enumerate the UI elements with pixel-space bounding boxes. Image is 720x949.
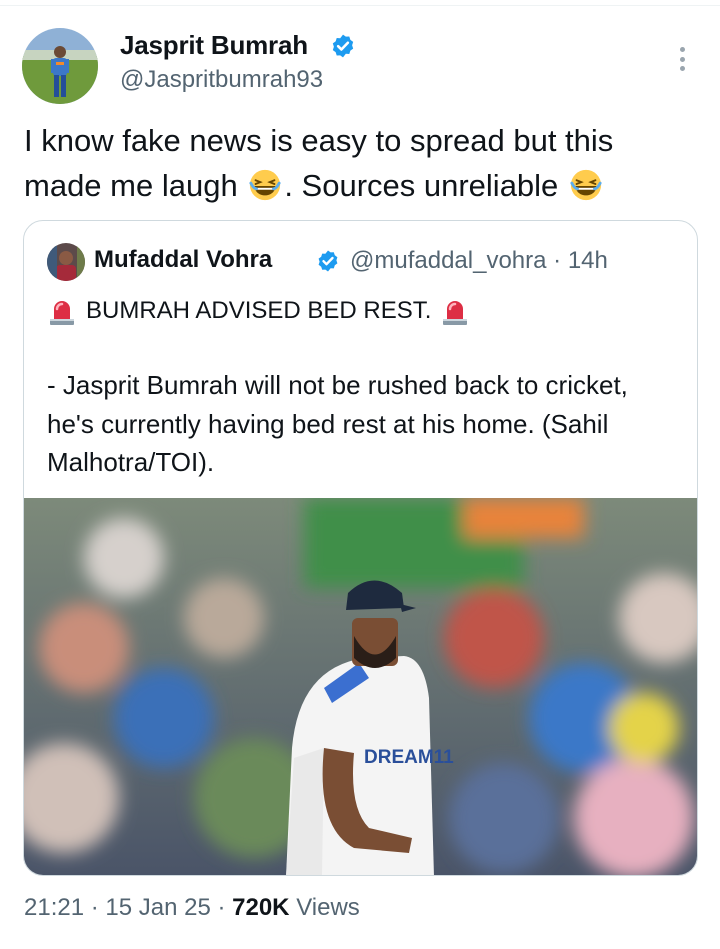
verified-badge-icon (332, 34, 354, 58)
author-name[interactable]: Jasprit Bumrah (120, 30, 308, 61)
author-avatar[interactable] (22, 28, 98, 104)
tweet-text: I know fake news is easy to spread but t… (24, 118, 704, 208)
top-divider (0, 0, 720, 6)
quoted-body-text: - Jasprit Bumrah will not be rushed back… (47, 370, 628, 477)
views-label: Views (296, 894, 360, 921)
more-options-icon[interactable] (668, 44, 696, 74)
author-handle[interactable]: @Jaspritbumrah93 (120, 66, 323, 94)
police-light-emoji-icon (50, 301, 74, 325)
quoted-timestamp: 14h (567, 247, 608, 274)
laughing-emoji-icon (249, 169, 281, 201)
verified-badge-icon (318, 250, 338, 272)
tweet-meta: 21:21 · 15 Jan 25 · 720K Views (24, 894, 360, 921)
quoted-headline-text: BUMRAH ADVISED BED REST. (86, 297, 432, 324)
laughing-emoji-icon (570, 169, 602, 201)
tweet-text-line2b: . Sources unreliable (284, 168, 559, 203)
quoted-media-photo[interactable]: DREAM11 (24, 498, 697, 875)
police-light-emoji-icon (443, 301, 468, 325)
tweet-text-line2a: made me laugh (24, 168, 238, 203)
quoted-author-name[interactable]: Mufaddal Vohra (94, 246, 272, 274)
quoted-author-avatar[interactable] (47, 243, 85, 281)
quoted-handle-text: @mufaddal_vohra (350, 247, 547, 274)
quoted-author-handle[interactable]: @mufaddal_vohra · 14h (350, 247, 608, 275)
quoted-headline: BUMRAH ADVISED BED REST. (46, 295, 471, 327)
tweet-time[interactable]: 21:21 (24, 894, 84, 921)
quoted-tweet-card[interactable]: Mufaddal Vohra @mufaddal_vohra · 14h BUM… (23, 220, 698, 876)
tweet-date[interactable]: 15 Jan 25 (105, 894, 210, 921)
views-count[interactable]: 720K (232, 894, 289, 921)
jersey-sponsor-text: DREAM11 (364, 747, 454, 768)
tweet-text-line1: I know fake news is easy to spread but t… (24, 123, 614, 158)
